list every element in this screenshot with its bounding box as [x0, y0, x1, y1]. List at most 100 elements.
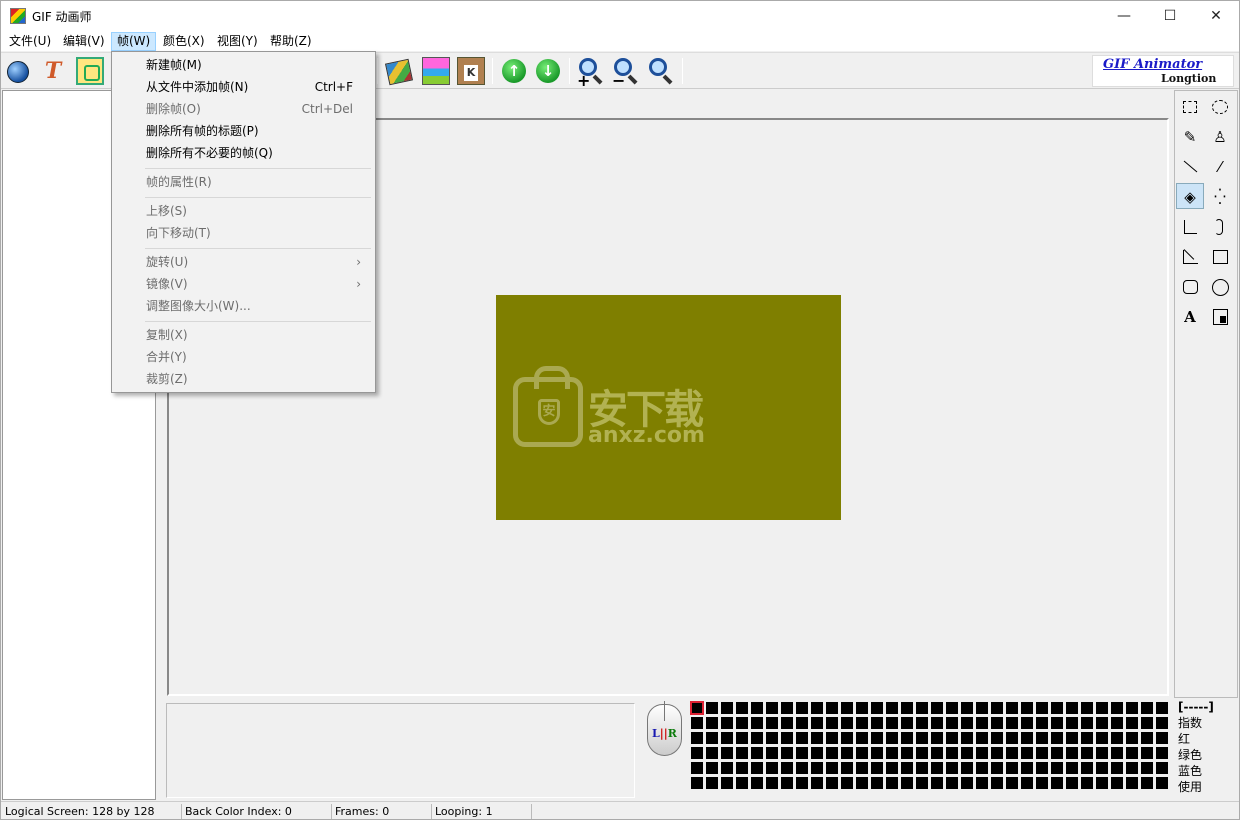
- palette-swatch[interactable]: [766, 762, 778, 774]
- palette-swatch[interactable]: [1126, 777, 1138, 789]
- menu-delete-all-titles[interactable]: 删除所有帧的标题(P): [114, 120, 373, 142]
- maximize-button[interactable]: ☐: [1147, 1, 1193, 31]
- palette-swatch[interactable]: [1141, 777, 1153, 789]
- palette-swatch[interactable]: [781, 777, 793, 789]
- curve-tool-icon[interactable]: [1206, 214, 1234, 240]
- palette-swatch[interactable]: [931, 702, 943, 714]
- palette-swatch[interactable]: [691, 747, 703, 759]
- palette-swatch[interactable]: [721, 732, 733, 744]
- rectangle-tool-icon[interactable]: [1206, 244, 1234, 270]
- palette-swatch[interactable]: [1081, 702, 1093, 714]
- palette-swatch[interactable]: [1021, 732, 1033, 744]
- menu-view[interactable]: 视图(Y): [212, 32, 263, 51]
- palette-swatch[interactable]: [1051, 732, 1063, 744]
- menu-file[interactable]: 文件(U): [4, 32, 56, 51]
- palette-swatch[interactable]: [961, 747, 973, 759]
- palette-swatch[interactable]: [1111, 702, 1123, 714]
- image-canvas[interactable]: 安 安下载 anxz.com: [496, 295, 841, 520]
- palette-swatch[interactable]: [691, 762, 703, 774]
- palette-swatch[interactable]: [766, 732, 778, 744]
- menu-delete-unneeded-frames[interactable]: 删除所有不必要的帧(Q): [114, 142, 373, 164]
- palette-swatch[interactable]: [991, 702, 1003, 714]
- brush-tool-icon[interactable]: ♙: [1206, 124, 1234, 150]
- palette-swatch[interactable]: [1141, 717, 1153, 729]
- palette-swatch[interactable]: [706, 717, 718, 729]
- palette-swatch[interactable]: [991, 732, 1003, 744]
- palette-swatch[interactable]: [1156, 747, 1168, 759]
- palette-swatch[interactable]: [856, 702, 868, 714]
- palette-swatch[interactable]: [916, 762, 928, 774]
- palette-swatch[interactable]: [1036, 747, 1048, 759]
- zoom-in-icon[interactable]: +: [577, 57, 605, 90]
- palette-swatch[interactable]: [796, 762, 808, 774]
- palette-swatch[interactable]: [1096, 702, 1108, 714]
- palette-swatch[interactable]: [766, 702, 778, 714]
- palette-swatch[interactable]: [751, 762, 763, 774]
- palette-swatch[interactable]: [841, 777, 853, 789]
- palette-swatch[interactable]: [1006, 747, 1018, 759]
- brand-title[interactable]: GIF Animator: [1103, 57, 1202, 72]
- palette-swatch[interactable]: [1111, 732, 1123, 744]
- palette-swatch[interactable]: [886, 717, 898, 729]
- palette-swatch[interactable]: [796, 732, 808, 744]
- palette-swatch[interactable]: [1021, 702, 1033, 714]
- palette-swatch[interactable]: [916, 777, 928, 789]
- zoom-icon[interactable]: [647, 57, 675, 85]
- text-tool-icon[interactable]: A: [1176, 304, 1204, 330]
- palette-swatch[interactable]: [1141, 702, 1153, 714]
- palette-swatch[interactable]: [946, 762, 958, 774]
- palette-swatch[interactable]: [1006, 717, 1018, 729]
- palette-swatch[interactable]: [961, 717, 973, 729]
- palette-swatch[interactable]: [1141, 747, 1153, 759]
- palette-swatch[interactable]: [736, 777, 748, 789]
- palette-swatch[interactable]: [931, 762, 943, 774]
- palette-swatch[interactable]: [736, 702, 748, 714]
- line-tool-icon[interactable]: [1176, 154, 1204, 180]
- palette-swatch[interactable]: [871, 762, 883, 774]
- menu-edit[interactable]: 编辑(V): [58, 32, 110, 51]
- palette-swatch[interactable]: [826, 702, 838, 714]
- select-box-tool-icon[interactable]: [1206, 304, 1234, 330]
- palette-swatch[interactable]: [826, 747, 838, 759]
- palette-swatch[interactable]: [826, 732, 838, 744]
- palette-swatch[interactable]: [721, 747, 733, 759]
- palette-swatch[interactable]: [751, 702, 763, 714]
- palette-swatch[interactable]: [916, 717, 928, 729]
- palette-swatch[interactable]: [826, 762, 838, 774]
- palette-swatch[interactable]: [901, 747, 913, 759]
- palette-swatch[interactable]: [1156, 717, 1168, 729]
- palette-swatch[interactable]: [1081, 762, 1093, 774]
- pencil-tool-icon[interactable]: ✎: [1176, 124, 1204, 150]
- palette-swatch[interactable]: [811, 732, 823, 744]
- palette-swatch[interactable]: [1111, 777, 1123, 789]
- palette-swatch[interactable]: [1141, 732, 1153, 744]
- palette-swatch[interactable]: [1006, 762, 1018, 774]
- palette-swatch[interactable]: [841, 717, 853, 729]
- palette-swatch[interactable]: [916, 747, 928, 759]
- palette-swatch[interactable]: [781, 702, 793, 714]
- palette-swatch[interactable]: [1081, 732, 1093, 744]
- palette-swatch[interactable]: [736, 747, 748, 759]
- palette-swatch[interactable]: [811, 777, 823, 789]
- palette-swatch[interactable]: [1051, 777, 1063, 789]
- palette-swatch[interactable]: [976, 717, 988, 729]
- palette-swatch[interactable]: [811, 762, 823, 774]
- palette-swatch[interactable]: [976, 762, 988, 774]
- palette-swatch[interactable]: [871, 732, 883, 744]
- close-button[interactable]: ✕: [1193, 1, 1239, 31]
- palette-swatch[interactable]: [946, 702, 958, 714]
- palette-swatch[interactable]: [886, 777, 898, 789]
- palette-swatch[interactable]: [766, 777, 778, 789]
- palette-swatch[interactable]: [886, 702, 898, 714]
- palette-swatch[interactable]: [871, 702, 883, 714]
- film-icon[interactable]: [384, 58, 414, 86]
- palette-swatch[interactable]: [991, 747, 1003, 759]
- palette-swatch[interactable]: [1006, 702, 1018, 714]
- palette-swatch[interactable]: [706, 777, 718, 789]
- palette-swatch[interactable]: [706, 702, 718, 714]
- menu-frame[interactable]: 帧(W): [111, 32, 157, 51]
- palette-swatch[interactable]: [991, 777, 1003, 789]
- rounded-rect-tool-icon[interactable]: [1176, 274, 1204, 300]
- palette-swatch[interactable]: [706, 747, 718, 759]
- ellipse-tool-icon[interactable]: [1206, 274, 1234, 300]
